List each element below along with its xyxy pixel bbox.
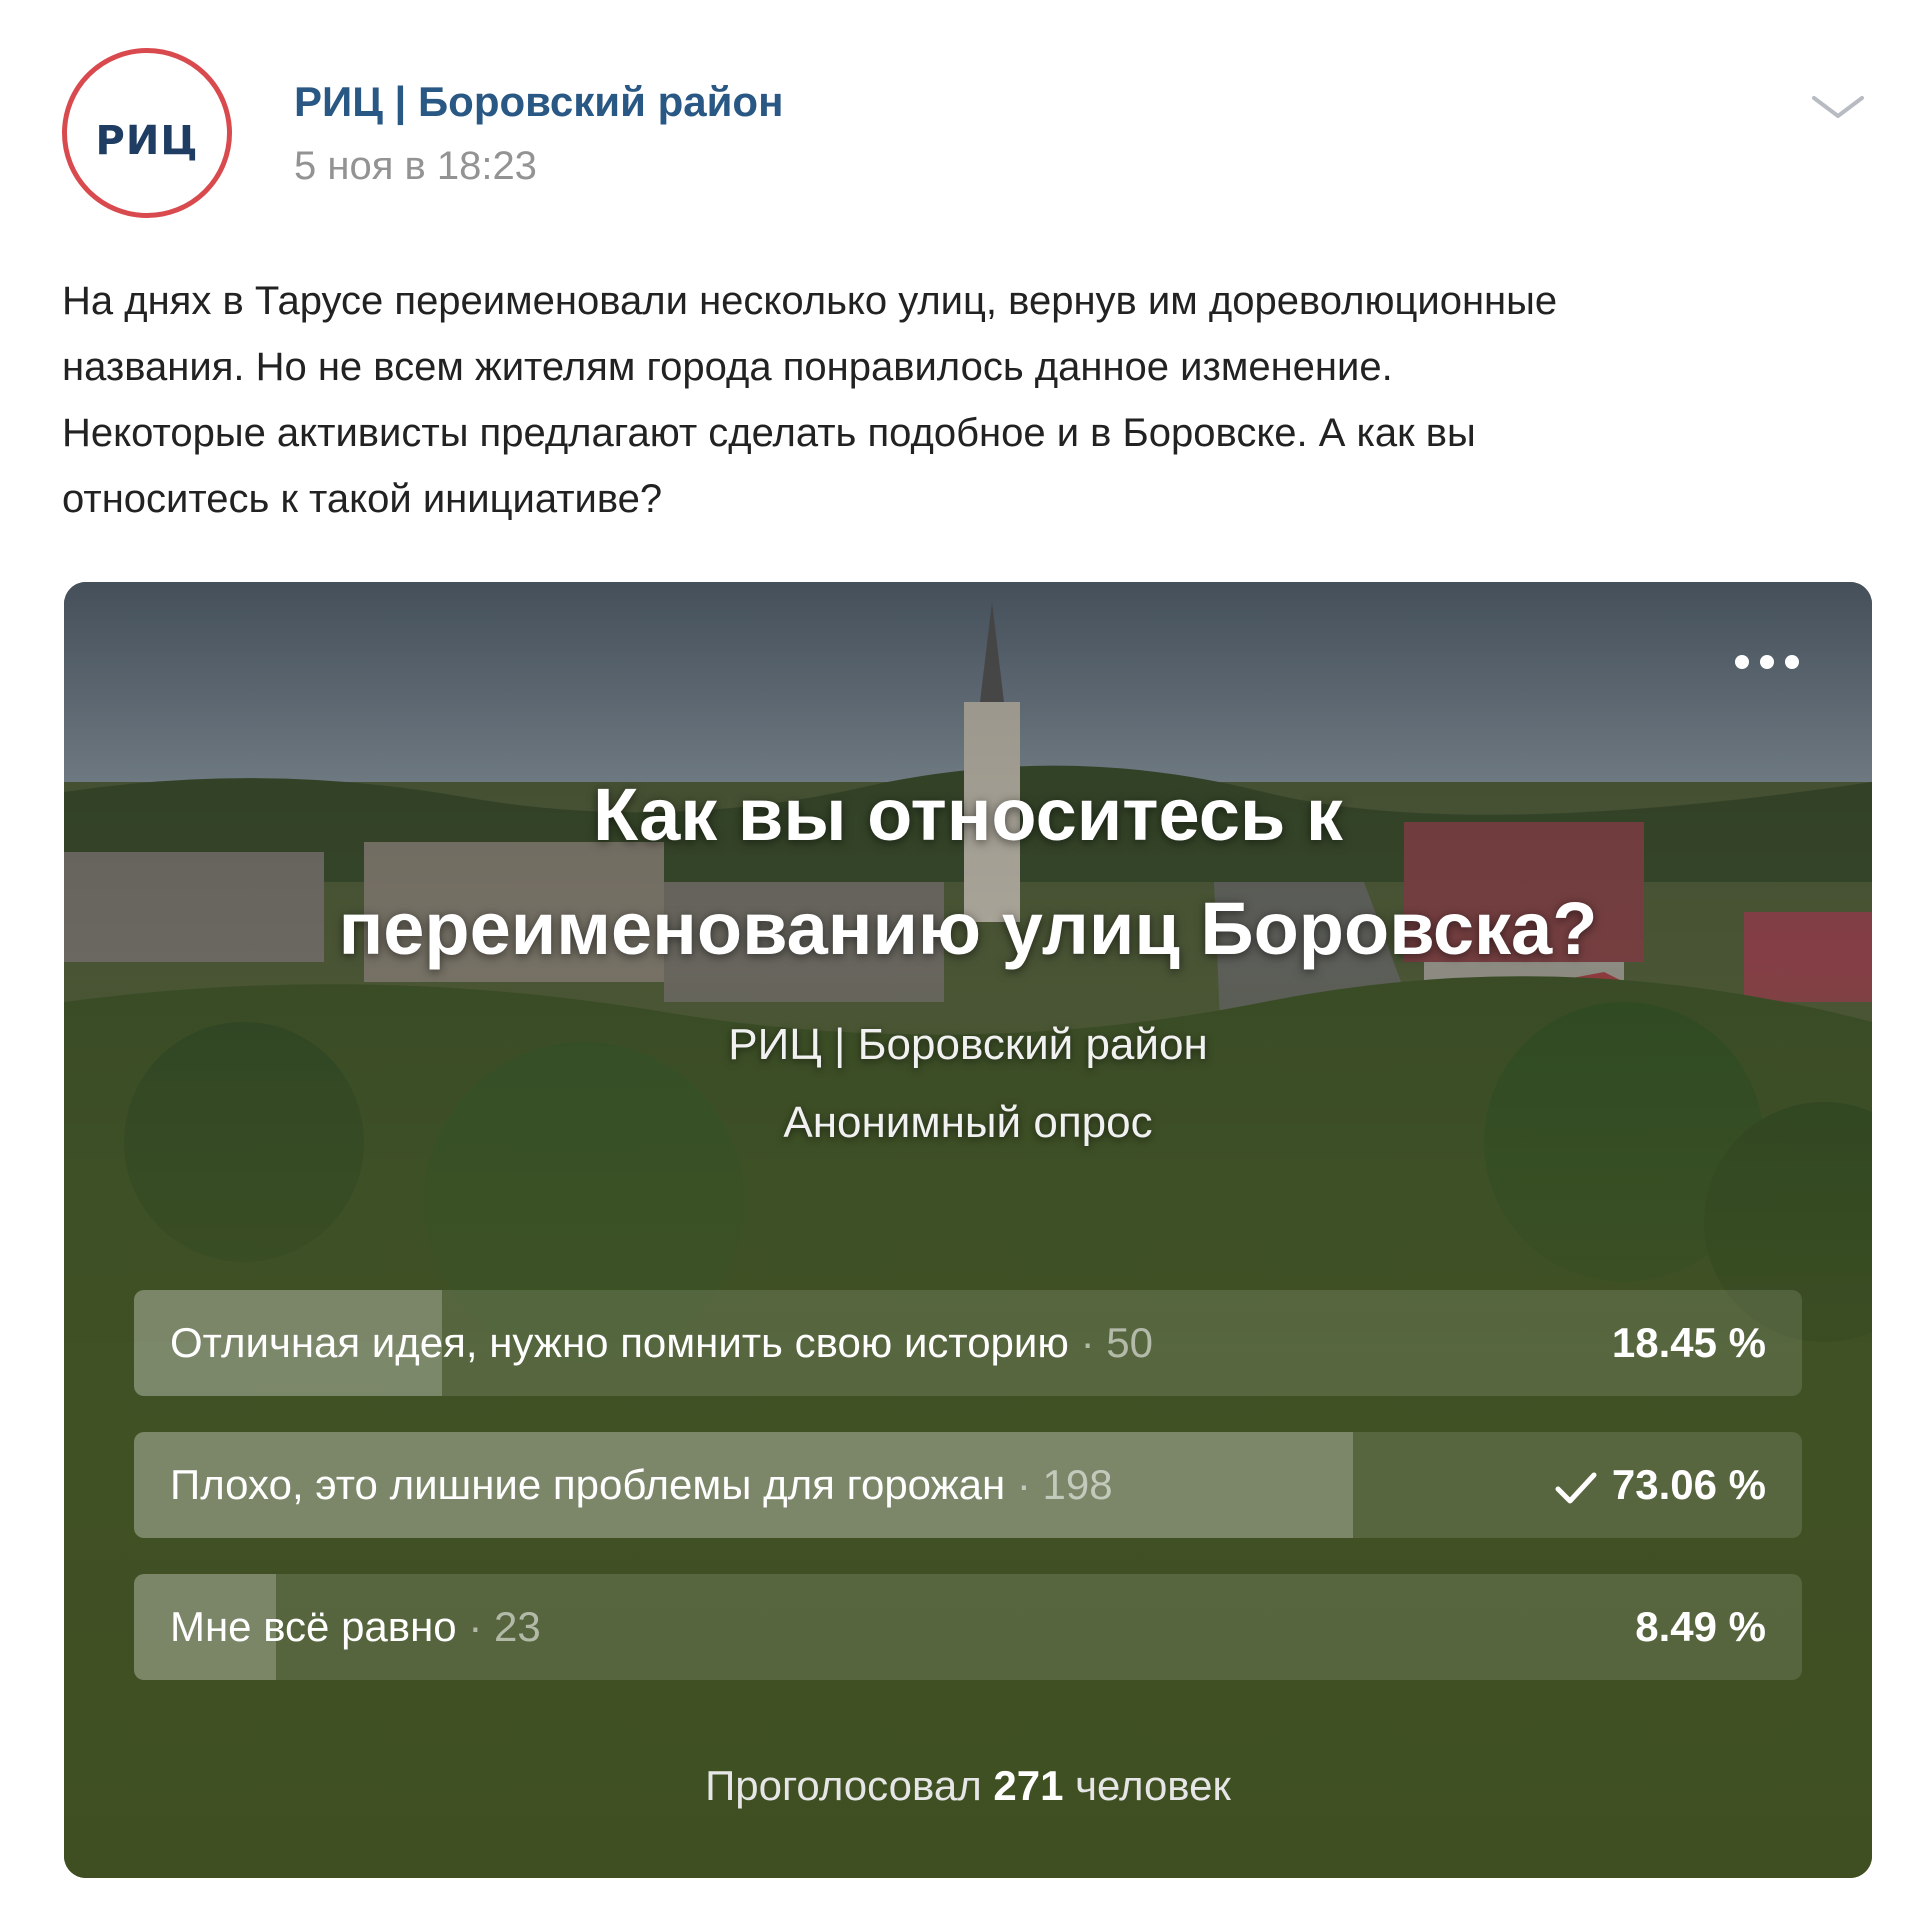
post-author-link[interactable]: РИЦ | Боровский район [294,78,783,126]
poll-option-label: Плохо, это лишние проблемы для горожан ·… [170,1432,1113,1538]
chevron-down-icon[interactable] [1810,92,1866,122]
check-icon [1555,1472,1597,1504]
poll-total-suffix: человек [1075,1762,1231,1809]
poll-total-count: 271 [993,1762,1064,1809]
poll-title: Как вы относитесь к переименованию улиц … [64,758,1872,986]
avatar-logo-text: РИЦ [95,118,199,164]
poll-option-3[interactable]: Мне всё равно · 23 8.49 % [134,1574,1802,1680]
poll-option-percent: 8.49 % [1635,1603,1766,1650]
poll-title-line: Как вы относитесь к [593,773,1343,856]
post-text: На днях в Тарусе переименовали несколько… [62,268,1862,532]
poll-option-text: Плохо, это лишние проблемы для горожан [170,1461,1006,1508]
poll-option-1[interactable]: Отличная идея, нужно помнить свою истори… [134,1290,1802,1396]
poll-total-prefix: Проголосовал [705,1762,982,1809]
post-text-line: Некоторые активисты предлагают сделать п… [62,411,1476,455]
poll-option-percent: 73.06 % [1611,1461,1766,1508]
poll-option-text: Мне всё равно [170,1603,457,1650]
poll-card: Как вы относитесь к переименованию улиц … [64,582,1872,1878]
poll-option-count: · 23 [468,1603,541,1650]
post-date[interactable]: 5 ноя в 18:23 [294,144,537,189]
poll-option-2[interactable]: Плохо, это лишние проблемы для горожан ·… [134,1432,1802,1538]
post-text-line: названия. Но не всем жителям города понр… [62,345,1393,389]
poll-option-label: Отличная идея, нужно помнить свою истори… [170,1290,1153,1396]
poll-title-line: переименованию улиц Боровска? [338,887,1598,970]
poll-option-count: · 198 [1016,1461,1113,1508]
post-text-line: относитесь к такой инициативе? [62,477,663,521]
poll-option-percent-wrap: 73.06 % [1554,1432,1766,1538]
poll-type: Анонимный опрос [783,1098,1153,1147]
more-icon[interactable] [1732,652,1802,672]
poll-owner[interactable]: РИЦ | Боровский район [64,1020,1872,1070]
poll-option-count: · 50 [1080,1319,1153,1366]
poll-option-label: Мне всё равно · 23 [170,1574,541,1680]
poll-option-text: Отличная идея, нужно помнить свою истори… [170,1319,1069,1366]
avatar[interactable]: РИЦ [62,48,232,218]
post-text-line: На днях в Тарусе переименовали несколько… [62,279,1558,323]
poll-option-percent: 18.45 % [1611,1319,1766,1366]
poll-total-votes[interactable]: Проголосовал 271 человек [64,1762,1872,1810]
